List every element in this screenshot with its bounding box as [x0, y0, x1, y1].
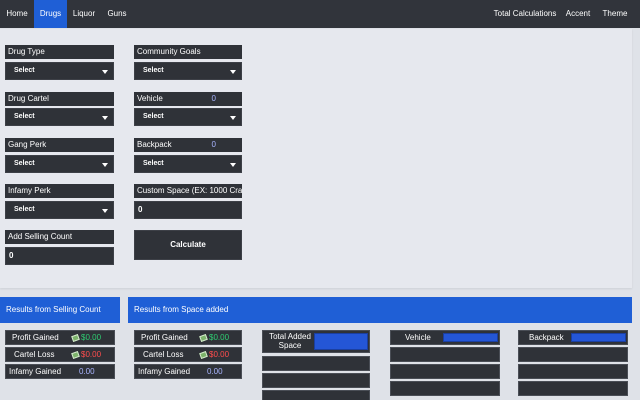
nav-guns[interactable]: Guns — [101, 0, 133, 28]
vehicle-result-label: Vehicle — [405, 333, 431, 342]
space-infamy-value: 0.00 — [207, 367, 223, 376]
selling-count-input[interactable]: 0 — [5, 247, 114, 265]
vehicle-result-bar — [443, 333, 498, 342]
vehicle-count: 0 — [211, 94, 216, 103]
chevron-down-icon — [102, 163, 108, 167]
space-loss-value: $0.00 — [199, 348, 229, 361]
backpack-result-row-3 — [518, 364, 628, 379]
selling-profit-label: Profit Gained — [12, 333, 59, 342]
total-added-space-row: Total Added Space — [262, 330, 370, 353]
infamy-perk-label: Infamy Perk — [5, 184, 114, 198]
custom-space-label: Custom Space (EX: 1000 Crate) — [134, 184, 242, 198]
results-space-header: Results from Space added — [128, 297, 632, 323]
selling-count-label: Add Selling Count — [5, 230, 114, 244]
nav-accent[interactable]: Accent — [562, 0, 594, 28]
gang-perk-select[interactable]: Select — [5, 155, 114, 173]
chevron-down-icon — [230, 70, 236, 74]
selling-loss-label: Cartel Loss — [14, 350, 55, 359]
drug-type-label: Drug Type — [5, 45, 114, 59]
selling-infamy-label: Infamy Gained — [9, 367, 62, 376]
vehicle-label: Vehicle 0 — [134, 92, 242, 106]
total-added-space-row-3 — [262, 373, 370, 388]
vehicle-result-row-3 — [390, 364, 500, 379]
total-added-space-label: Total Added Space — [269, 332, 311, 350]
community-goals-select[interactable]: Select — [134, 62, 242, 80]
backpack-result-label: Backpack — [529, 333, 564, 342]
community-goals-label: Community Goals — [134, 45, 242, 59]
total-added-space-row-4 — [262, 390, 370, 400]
backpack-result-bar — [571, 333, 626, 342]
infamy-perk-select[interactable]: Select — [5, 201, 114, 219]
selling-profit-value: $0.00 — [71, 331, 101, 344]
selling-infamy-value: 0.00 — [79, 367, 95, 376]
money-icon — [71, 333, 80, 343]
backpack-result-row: Backpack — [518, 330, 628, 345]
nav-drugs[interactable]: Drugs — [34, 0, 67, 28]
nav-theme[interactable]: Theme — [599, 0, 631, 28]
space-infamy-label: Infamy Gained — [138, 367, 191, 376]
space-profit-value: $0.00 — [199, 331, 229, 344]
space-profit-row: Profit Gained $0.00 — [134, 330, 242, 345]
chevron-down-icon — [230, 163, 236, 167]
calculate-button[interactable]: Calculate — [134, 230, 242, 260]
chevron-down-icon — [230, 116, 236, 120]
drug-cartel-label: Drug Cartel — [5, 92, 114, 106]
selling-loss-value: $0.00 — [71, 348, 101, 361]
vehicle-result-row-4 — [390, 381, 500, 396]
top-navbar: Home Drugs Liquor Guns Total Calculation… — [0, 0, 640, 28]
backpack-result-row-2 — [518, 347, 628, 362]
selling-loss-row: Cartel Loss $0.00 — [5, 347, 115, 362]
total-added-space-row-2 — [262, 356, 370, 371]
vehicle-select[interactable]: Select — [134, 108, 242, 126]
vehicle-result-row: Vehicle — [390, 330, 500, 345]
money-icon — [199, 333, 208, 343]
total-added-space-bar — [314, 333, 368, 350]
gang-perk-label: Gang Perk — [5, 138, 114, 152]
nav-total-calculations[interactable]: Total Calculations — [492, 0, 558, 28]
backpack-result-row-4 — [518, 381, 628, 396]
space-infamy-row: Infamy Gained 0.00 — [134, 364, 242, 379]
space-profit-label: Profit Gained — [141, 333, 188, 342]
results-selling-header: Results from Selling Count — [0, 297, 120, 323]
nav-home[interactable]: Home — [0, 0, 34, 28]
selling-profit-row: Profit Gained $0.00 — [5, 330, 115, 345]
money-icon — [71, 350, 80, 360]
space-loss-row: Cartel Loss $0.00 — [134, 347, 242, 362]
selling-infamy-row: Infamy Gained 0.00 — [5, 364, 115, 379]
chevron-down-icon — [102, 116, 108, 120]
vehicle-result-row-2 — [390, 347, 500, 362]
money-icon — [199, 350, 208, 360]
backpack-label: Backpack 0 — [134, 138, 242, 152]
chevron-down-icon — [102, 209, 108, 213]
space-loss-label: Cartel Loss — [143, 350, 184, 359]
drug-type-select[interactable]: Select — [5, 62, 114, 80]
custom-space-input[interactable]: 0 — [134, 201, 242, 219]
nav-liquor[interactable]: Liquor — [67, 0, 101, 28]
backpack-count: 0 — [211, 140, 216, 149]
backpack-select[interactable]: Select — [134, 155, 242, 173]
chevron-down-icon — [102, 70, 108, 74]
drug-cartel-select[interactable]: Select — [5, 108, 114, 126]
